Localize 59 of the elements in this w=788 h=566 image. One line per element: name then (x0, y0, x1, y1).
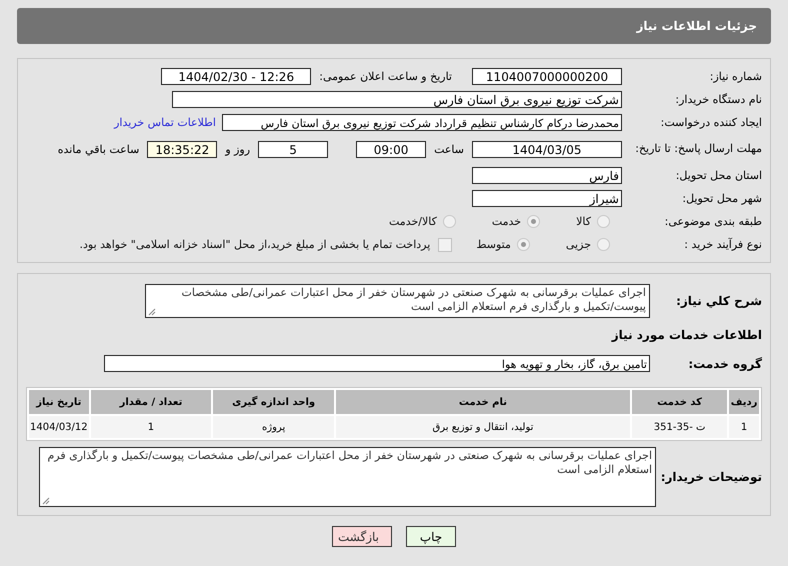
resize-grip-icon[interactable] (42, 497, 50, 505)
text-area[interactable]: اجرای عملیات برقرسانی به شهرک صنعتی در شهرستان خفر از محل اعتبارات عمرانی/طی مشخصات پیوست/تکمیل و بارگذاری فرم استعلام الزامی است (39, 447, 656, 507)
field-label: شماره نیاز: (708, 70, 762, 83)
table-cell: 1 (90, 416, 212, 438)
field-label: شرح کلي نياز: (675, 294, 762, 308)
radio-button[interactable] (527, 215, 540, 228)
input-field[interactable]: 1404/02/30 - 12:26 (161, 68, 312, 85)
table-cell: تولید، انتقال و توزیع برق (336, 416, 630, 438)
field-label: طبقه بندی موضوعی: (664, 215, 762, 228)
input-field[interactable]: 1104007000000200 (472, 68, 622, 85)
back-button[interactable]: بازگشت (332, 526, 392, 547)
table-cell: پروژه (213, 416, 334, 438)
radio-button[interactable] (442, 215, 456, 228)
field-label: تاریخ و ساعت اعلان عمومی: (319, 70, 452, 83)
column-header: ردیف (729, 390, 759, 414)
radio-label: کالا (576, 215, 591, 228)
field-label: ساعت باقي مانده (58, 142, 140, 156)
field-label: نوع فرآیند خرید : (683, 238, 762, 251)
contact-link[interactable]: اطلاعات تماس خریدار (114, 116, 216, 129)
radio-button[interactable] (516, 238, 530, 251)
field-label: روز و (225, 142, 250, 156)
date-field[interactable]: 1404/03/05 (472, 140, 622, 158)
radio-button[interactable] (597, 215, 610, 228)
radio-label: کالا/خدمت (389, 215, 437, 228)
field-label: نام دستگاه خریدار: (674, 93, 762, 106)
field-label: مهلت ارسال پاسخ: تا تاریخ: (634, 142, 762, 156)
field-label: ساعت (434, 142, 464, 156)
radio-label: متوسط (476, 238, 511, 251)
table-cell: 1404/03/12 (29, 416, 89, 438)
field-label: استان محل تحویل: (674, 169, 762, 182)
table-cell: ت -35-351 (632, 416, 728, 438)
radio-button[interactable] (597, 238, 610, 251)
radio-label: جزیی (566, 238, 591, 251)
input-field[interactable]: فارس (472, 167, 622, 184)
countdown-field: 18:35:22 (147, 140, 218, 158)
column-header: واحد اندازه گیری (213, 390, 334, 414)
input-field[interactable]: شیراز (472, 190, 622, 207)
checkbox[interactable] (438, 238, 452, 252)
column-header: تاریخ نیاز (29, 390, 89, 414)
text-area[interactable]: اجرای عملیات برقرسانی به شهرک صنعتی در شهرستان خفر از محل اعتبارات عمرانی/طی مشخصات پیوست/تکمیل و بارگذاری فرم استعلام الزامی است (145, 284, 650, 318)
field-label: توضیحات خریدار: (662, 470, 762, 484)
input-field[interactable]: تامین برق، گاز، بخار و تهویه هوا (104, 355, 650, 372)
table-cell: 1 (729, 416, 759, 438)
field-label: ایجاد کننده درخواست: (660, 116, 762, 129)
print-button[interactable]: چاپ (406, 526, 456, 547)
input-field[interactable]: محمدرضا درکام کارشناس تنظیم قرارداد شرکت توزیع نیروی برق استان فارس (222, 114, 622, 131)
section-title: اطلاعات خدمات مورد نیاز (610, 328, 762, 342)
page-title: جزئیات اطلاعات نیاز (636, 19, 757, 33)
resize-grip-icon[interactable] (148, 308, 156, 316)
field-label: شهر محل تحویل: (681, 192, 762, 205)
time-field[interactable]: 09:00 (356, 140, 426, 158)
column-header: کد خدمت (632, 390, 728, 414)
field-label: گروه خدمت: (687, 356, 762, 370)
column-header: نام خدمت (336, 390, 630, 414)
checkbox-label: پرداخت تمام یا بخشی از مبلغ خرید،از محل "اسناد خزانه اسلامی" خواهد بود. (80, 238, 430, 251)
input-field[interactable]: شرکت توزیع نیروی برق استان فارس (172, 91, 622, 108)
days-field[interactable]: 5 (258, 140, 328, 158)
column-header: تعداد / مقدار (90, 390, 212, 414)
radio-label: خدمت (492, 215, 522, 228)
